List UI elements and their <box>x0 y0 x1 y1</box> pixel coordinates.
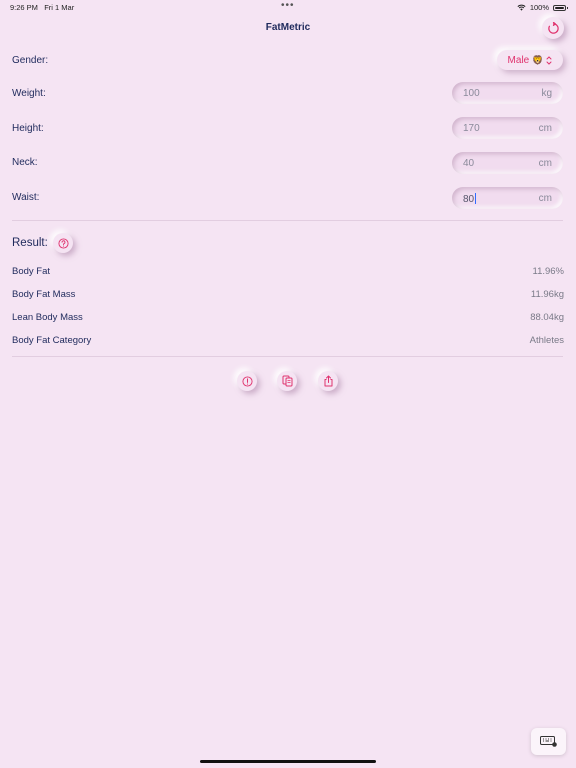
reset-button[interactable] <box>542 17 564 39</box>
height-unit: cm <box>538 123 552 134</box>
neck-unit: cm <box>538 158 552 169</box>
help-button[interactable] <box>53 233 73 253</box>
refresh-icon <box>547 21 559 34</box>
weight-unit: kg <box>541 88 552 99</box>
divider <box>12 220 563 221</box>
result-row-value: 88.04kg <box>530 312 564 323</box>
gender-value: Male <box>507 54 530 66</box>
keyboard-dismiss-button[interactable] <box>531 728 566 755</box>
text-caret <box>475 193 477 204</box>
waist-input[interactable]: 80 cm <box>452 187 563 209</box>
info-circle-icon <box>241 375 253 387</box>
copy-icon <box>282 375 292 387</box>
height-input[interactable]: 170 cm <box>452 117 563 139</box>
weight-input[interactable]: 100 kg <box>452 82 563 104</box>
waist-label: Waist: <box>12 192 40 203</box>
waist-unit: cm <box>538 193 552 204</box>
battery-percent: 100% <box>529 3 549 12</box>
info-button[interactable] <box>237 371 257 391</box>
chevron-up-down-icon <box>546 55 552 65</box>
page-title: FatMetric <box>265 22 311 33</box>
copy-button[interactable] <box>277 371 297 391</box>
neck-value: 40 <box>463 158 475 169</box>
status-right: 100% <box>517 3 568 12</box>
result-row-label: Body Fat Mass <box>12 289 76 300</box>
result-row-value: 11.96% <box>532 266 564 277</box>
height-value: 170 <box>463 123 480 134</box>
battery-icon <box>553 4 568 11</box>
question-circle-icon <box>57 237 69 249</box>
neck-input[interactable]: 40 cm <box>452 152 563 174</box>
status-bar: 9:26 PM Fri 1 Mar ••• 100% <box>0 0 576 14</box>
home-indicator[interactable] <box>200 760 376 763</box>
lion-emoji-icon: 🦁 <box>532 54 544 65</box>
divider <box>12 356 563 357</box>
result-row-value: Athletes <box>529 335 564 346</box>
status-time: 9:26 PM Fri 1 Mar <box>10 3 75 12</box>
waist-value-wrap: 80 <box>463 193 477 205</box>
result-label: Result: <box>12 237 48 249</box>
weight-label: Weight: <box>12 88 46 99</box>
gender-picker[interactable]: Male 🦁 <box>497 50 563 70</box>
result-row-value: 11.96kg <box>530 289 564 300</box>
neck-label: Neck: <box>12 157 38 168</box>
status-date: Fri 1 Mar <box>44 3 75 12</box>
waist-value: 80 <box>463 194 475 205</box>
result-row-label: Body Fat Category <box>12 335 92 346</box>
gender-label: Gender: <box>12 55 49 66</box>
result-row-label: Body Fat <box>12 266 51 277</box>
result-row-label: Lean Body Mass <box>12 312 83 323</box>
share-icon <box>324 375 332 387</box>
share-button[interactable] <box>318 371 338 391</box>
wifi-icon <box>517 4 526 11</box>
weight-value: 100 <box>463 88 480 99</box>
keyboard-icon <box>540 736 557 747</box>
multitasking-dots[interactable]: ••• <box>281 0 295 11</box>
height-label: Height: <box>12 123 44 134</box>
